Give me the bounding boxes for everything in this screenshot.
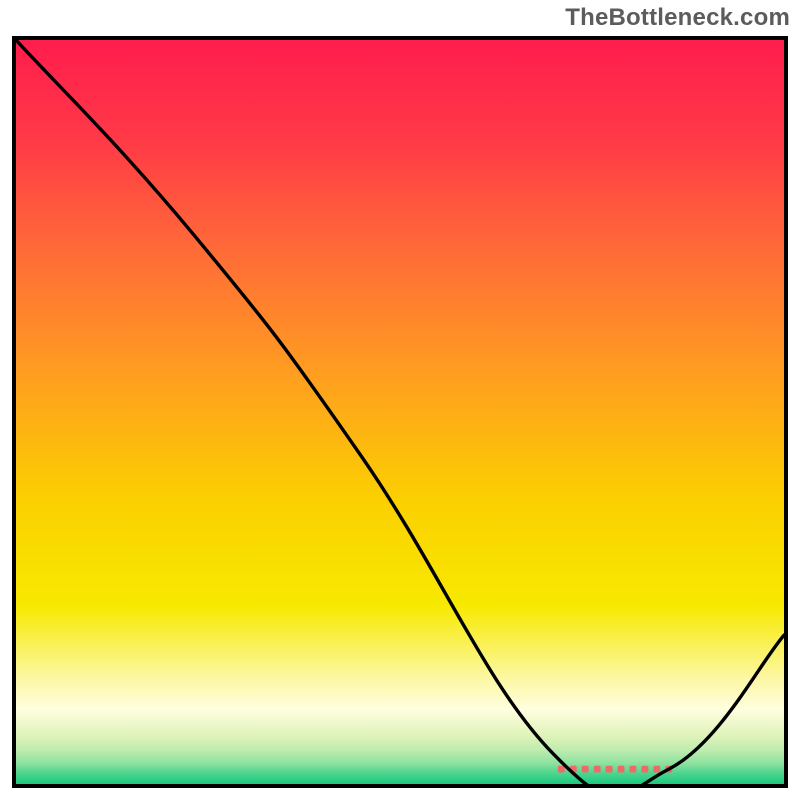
marker-dot <box>594 766 601 773</box>
marker-dot <box>618 766 625 773</box>
watermark-text: TheBottleneck.com <box>565 4 790 32</box>
marker-dot <box>558 766 565 773</box>
plot-area <box>16 40 784 784</box>
chart-svg <box>16 40 784 784</box>
plot-frame <box>12 36 788 788</box>
marker-dot <box>629 766 636 773</box>
marker-dot <box>653 766 660 773</box>
marker-dot <box>582 766 589 773</box>
marker-dot <box>606 766 613 773</box>
stage: TheBottleneck.com <box>0 0 800 800</box>
gradient-rect <box>16 40 784 784</box>
marker-dot <box>641 766 648 773</box>
